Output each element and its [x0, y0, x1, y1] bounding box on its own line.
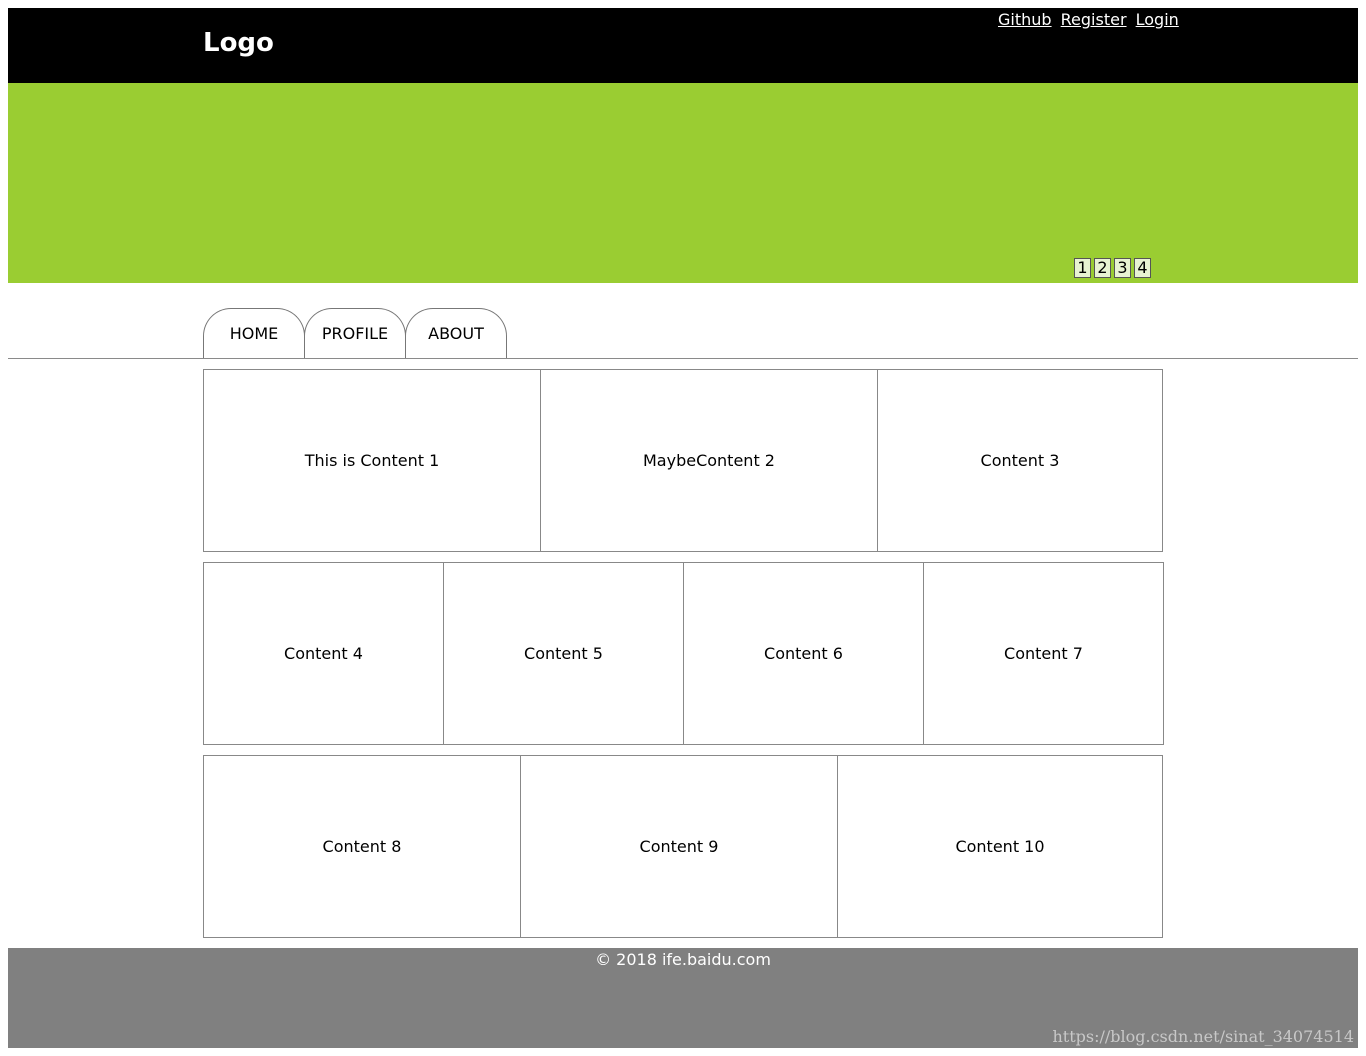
github-link[interactable]: Github — [998, 10, 1052, 29]
content-row-2: Content 4 Content 5 Content 6 Content 7 — [203, 562, 1164, 745]
slide-button-1[interactable]: 1 — [1074, 258, 1091, 278]
header: Logo Github Register Login — [8, 8, 1358, 83]
banner: 1 2 3 4 — [8, 83, 1358, 283]
login-link[interactable]: Login — [1136, 10, 1179, 29]
content-row-1: This is Content 1 MaybeContent 2 Content… — [203, 369, 1163, 552]
content-box-8: Content 8 — [203, 755, 521, 938]
top-links: Github Register Login — [998, 10, 1179, 29]
content-box-7: Content 7 — [923, 562, 1164, 745]
slide-button-4[interactable]: 4 — [1134, 258, 1151, 278]
tab-divider — [8, 358, 1358, 359]
copyright-text: © 2018 ife.baidu.com — [595, 950, 771, 969]
content-box-5: Content 5 — [443, 562, 684, 745]
content-box-3: Content 3 — [877, 369, 1163, 552]
register-link[interactable]: Register — [1061, 10, 1127, 29]
tab-home[interactable]: HOME — [203, 308, 305, 358]
content-box-9: Content 9 — [520, 755, 838, 938]
footer: © 2018 ife.baidu.com https://blog.csdn.n… — [8, 948, 1358, 1048]
page: Logo Github Register Login 1 2 3 4 HOME … — [8, 8, 1358, 1048]
watermark-text: https://blog.csdn.net/sinat_34074514 — [1052, 1027, 1354, 1046]
nav-tabs: HOME PROFILE ABOUT — [203, 308, 507, 358]
content-box-2: MaybeContent 2 — [540, 369, 878, 552]
content-box-1: This is Content 1 — [203, 369, 541, 552]
tab-about[interactable]: ABOUT — [405, 308, 507, 358]
content-box-10: Content 10 — [837, 755, 1163, 938]
slide-selector: 1 2 3 4 — [1074, 258, 1151, 278]
content-row-3: Content 8 Content 9 Content 10 — [203, 755, 1163, 938]
slide-button-2[interactable]: 2 — [1094, 258, 1111, 278]
slide-button-3[interactable]: 3 — [1114, 258, 1131, 278]
logo: Logo — [203, 28, 274, 58]
content-box-4: Content 4 — [203, 562, 444, 745]
tab-profile[interactable]: PROFILE — [304, 308, 406, 358]
content-box-6: Content 6 — [683, 562, 924, 745]
